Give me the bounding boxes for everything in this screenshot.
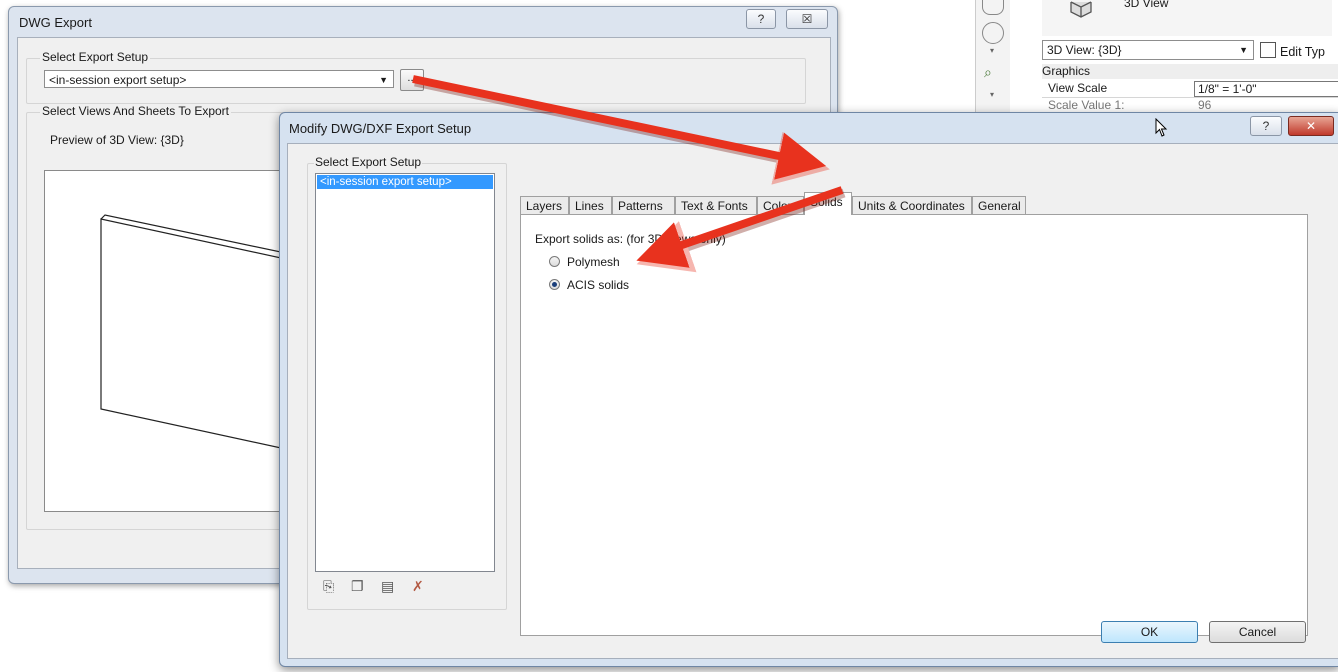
views-label: Select Views And Sheets To Export (40, 104, 232, 118)
list-item[interactable]: <in-session export setup> (317, 175, 493, 189)
modify-export-setup-dialog: Modify DWG/DXF Export Setup ? ✕ Select E… (279, 112, 1338, 667)
select-setup-label: Select Export Setup (40, 50, 151, 64)
type-name: 3D View (1124, 0, 1169, 10)
chevron-down-icon: ▼ (1239, 45, 1248, 55)
export-solids-label: Export solids as: (for 3D views only) (535, 232, 726, 246)
3d-view-icon (1070, 1, 1092, 18)
properties-panel: 3D View 3D View: {3D} ▼ Edit Typ Graphic… (1038, 0, 1338, 130)
tab-solids[interactable]: Solids (804, 192, 852, 215)
property-row: View Scale 1/8" = 1'-0" (1042, 81, 1338, 98)
graphics-section[interactable]: Graphics (1042, 64, 1338, 79)
property-value: 96 (1198, 98, 1212, 112)
tab-units-coordinates[interactable]: Units & Coordinates (852, 196, 972, 214)
solids-tab-panel: Export solids as: (for 3D views only) Po… (520, 214, 1308, 636)
zoom-icon[interactable]: ⌕ (984, 64, 992, 81)
chevron-down-icon[interactable]: ▾ (990, 90, 994, 99)
dialog-body: Select Export Setup <in-session export s… (287, 143, 1338, 659)
ok-button[interactable]: OK (1101, 621, 1198, 643)
help-button[interactable]: ? (746, 9, 776, 29)
mouse-cursor-icon (1155, 118, 1168, 137)
edit-type-icon (1260, 42, 1276, 58)
viewcube-icon[interactable] (982, 0, 1004, 15)
tab-text-fonts[interactable]: Text & Fonts (675, 196, 757, 214)
preview-pane (44, 170, 296, 512)
property-value: 1/8" = 1'-0" (1198, 82, 1257, 96)
wall-preview-graphic (100, 214, 296, 452)
property-name: View Scale (1048, 81, 1108, 95)
combo-value: <in-session export setup> (49, 73, 187, 87)
browse-setup-button[interactable]: ... (400, 69, 424, 91)
steering-wheel-icon[interactable] (982, 22, 1004, 44)
tab-lines[interactable]: Lines (569, 196, 612, 214)
navigation-bar: ▾ ⌕ ▾ (975, 0, 1010, 118)
chevron-down-icon: ▼ (379, 75, 388, 85)
rename-setup-icon[interactable]: ▤ (381, 578, 394, 595)
property-row: Scale Value 1: 96 (1042, 98, 1338, 113)
type-selector[interactable]: 3D View (1042, 0, 1332, 36)
property-name: Scale Value 1: (1048, 98, 1125, 112)
edit-type-button[interactable]: Edit Typ (1260, 42, 1325, 59)
help-button[interactable]: ? (1250, 116, 1282, 136)
view-selector[interactable]: 3D View: {3D} ▼ (1042, 40, 1254, 60)
chevron-down-icon[interactable]: ▾ (990, 46, 994, 55)
section-title: Graphics (1042, 64, 1091, 78)
close-button[interactable]: ☒ (786, 9, 828, 29)
tab-colors[interactable]: Colors (757, 196, 804, 214)
close-button[interactable]: ✕ (1288, 116, 1334, 136)
export-setup-list[interactable]: <in-session export setup> (315, 173, 495, 572)
dialog-title: DWG Export (19, 15, 92, 30)
setup-list-label: Select Export Setup (314, 155, 423, 169)
edit-type-label: Edit Typ (1280, 45, 1325, 59)
tab-strip: Layers Lines Patterns Text & Fonts Color… (520, 192, 1306, 216)
option-label: ACIS solids (567, 278, 630, 292)
cancel-button[interactable]: Cancel (1209, 621, 1306, 643)
tab-patterns[interactable]: Patterns (612, 196, 675, 214)
polymesh-radio[interactable] (549, 256, 560, 267)
tab-layers[interactable]: Layers (520, 196, 569, 214)
new-setup-icon[interactable]: ⎘ (323, 578, 334, 595)
tab-general[interactable]: General (972, 196, 1026, 214)
export-setup-combo[interactable]: <in-session export setup> ▼ (44, 70, 394, 88)
view-scale-input[interactable]: 1/8" = 1'-0" (1194, 81, 1338, 97)
dialog-title: Modify DWG/DXF Export Setup (289, 121, 472, 136)
preview-label: Preview of 3D View: {3D} (50, 133, 184, 147)
acis-solids-radio[interactable] (549, 279, 560, 290)
delete-setup-icon[interactable]: ✗ (412, 578, 424, 595)
view-selector-value: 3D View: {3D} (1047, 43, 1122, 57)
option-label: Polymesh (567, 255, 620, 269)
duplicate-setup-icon[interactable]: ❐ (351, 578, 364, 595)
